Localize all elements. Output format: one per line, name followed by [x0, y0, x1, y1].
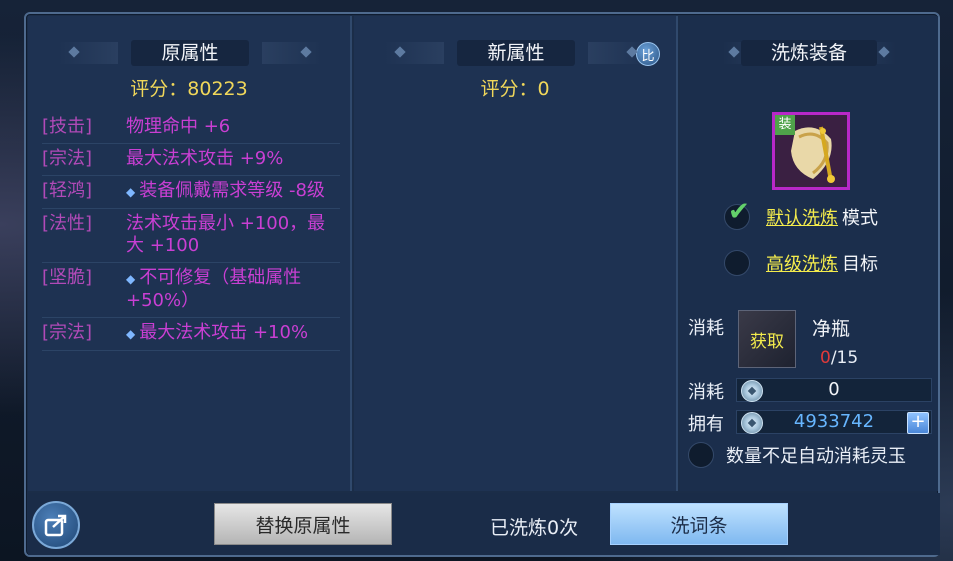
attribute-value: 最大法术攻击 +9% [126, 148, 284, 169]
attribute-tag: [轻鸿] [42, 180, 93, 201]
equipment-slot[interactable]: 装 [772, 112, 850, 190]
new-attributes-title: 新属性 [384, 40, 648, 66]
compare-button[interactable]: 比 [636, 42, 660, 66]
diamond-bullet-icon: ◆ [126, 185, 136, 199]
material-name: 净瓶 [812, 318, 851, 340]
attribute-row: [宗法] 最大法术攻击 +9% [42, 144, 340, 176]
advanced-wash-link[interactable]: 高级洗炼 [766, 250, 838, 276]
default-wash-suffix: 模式 [842, 208, 878, 229]
attribute-row: [轻鸿] ◆ 装备佩戴需求等级 -8级 [42, 176, 340, 209]
attribute-tag: [坚脆] [42, 267, 93, 288]
share-icon [44, 514, 67, 537]
wash-affix-button[interactable]: 洗词条 [610, 503, 788, 545]
new-attributes-panel: 新属性 比 评分：0 [354, 16, 678, 491]
original-score: 评分：80223 [130, 78, 248, 100]
attribute-value-text: 装备佩戴需求等级 -8级 [139, 180, 325, 201]
wash-equipment-title: 洗炼装备 [722, 40, 896, 66]
attribute-tag: [法性] [42, 213, 93, 234]
add-currency-button[interactable]: + [907, 412, 929, 434]
attribute-value: 法术攻击最小 +100，最大 +100 [126, 213, 326, 256]
diamond-bullet-icon: ◆ [126, 272, 136, 286]
attribute-row: [法性] 法术攻击最小 +100，最大 +100 [42, 209, 340, 263]
advanced-wash-suffix: 目标 [842, 254, 878, 275]
new-score: 评分：0 [480, 78, 550, 100]
wash-count-text: 已洗炼0次 [490, 517, 579, 539]
auto-consume-radio[interactable] [688, 442, 714, 468]
cost-value: 0 [828, 379, 840, 400]
attribute-value: ◆ 不可修复（基础属性+50%） [126, 267, 340, 312]
attribute-tag: [宗法] [42, 148, 93, 169]
owned-label: 拥有 [688, 414, 724, 435]
attribute-value: ◆ 最大法术攻击 +10% [126, 322, 340, 345]
material-count: 0/15 [820, 348, 858, 368]
default-wash-radio[interactable]: ✔ [724, 199, 750, 230]
checkmark-icon: ✔ [728, 197, 750, 227]
original-attribute-list: [技击] 物理命中 +6 [宗法] 最大法术攻击 +9% [轻鸿] ◆ 装备佩戴需… [42, 112, 340, 351]
cost-label: 消耗 [688, 382, 724, 403]
share-button[interactable] [32, 501, 80, 549]
attribute-row: [宗法] ◆ 最大法术攻击 +10% [42, 318, 340, 351]
wash-title-text: 洗炼装备 [740, 40, 877, 66]
attribute-value-text: 不可修复（基础属性+50%） [126, 267, 302, 311]
auto-consume-label: 数量不足自动消耗灵玉 [726, 446, 906, 467]
original-title-text: 原属性 [131, 40, 249, 66]
material-needed: /15 [830, 348, 859, 368]
attribute-value: ◆ 装备佩戴需求等级 -8级 [126, 180, 340, 203]
material-owned: 0 [820, 348, 831, 368]
advanced-wash-target-option[interactable]: 高级洗炼 目标 [724, 250, 878, 276]
attribute-value-text: 最大法术攻击 +10% [139, 322, 309, 343]
attribute-value: 物理命中 +6 [126, 116, 231, 137]
attribute-tag: [宗法] [42, 322, 93, 343]
material-item-slot[interactable]: 获取 [738, 310, 796, 368]
obtain-label: 获取 [750, 331, 784, 352]
replace-attributes-button[interactable]: 替换原属性 [214, 503, 392, 545]
wash-equipment-window: 原属性 评分：80223 [技击] 物理命中 +6 [宗法] 最大法术攻击 +9… [24, 12, 940, 557]
silver-coin-icon [741, 380, 763, 402]
new-title-text: 新属性 [457, 40, 575, 66]
cost-bar: 0 [736, 378, 932, 402]
owned-value: 4933742 [793, 411, 875, 432]
bottom-action-bar: 替换原属性 已洗炼0次 洗词条 [28, 493, 940, 555]
cost-label: 消耗 [688, 318, 724, 339]
auto-consume-option[interactable]: 数量不足自动消耗灵玉 [688, 442, 906, 468]
advanced-wash-radio[interactable] [724, 250, 750, 276]
attribute-row: [技击] 物理命中 +6 [42, 112, 340, 144]
original-attributes-title: 原属性 [58, 40, 322, 66]
default-wash-link[interactable]: 默认洗炼 [766, 204, 838, 230]
wash-equipment-panel: 洗炼装备 装 ✔ 默认洗炼 模式 高级洗炼 目标 消耗 获取 净瓶 0/15 消… [680, 16, 938, 491]
silver-coin-icon [741, 412, 763, 434]
equip-tag: 装 [775, 115, 795, 135]
attribute-tag: [技击] [42, 116, 93, 137]
diamond-bullet-icon: ◆ [126, 327, 136, 341]
attribute-row: [坚脆] ◆ 不可修复（基础属性+50%） [42, 263, 340, 318]
default-wash-mode-option[interactable]: ✔ 默认洗炼 模式 [724, 199, 878, 230]
original-attributes-panel: 原属性 评分：80223 [技击] 物理命中 +6 [宗法] 最大法术攻击 +9… [28, 16, 352, 491]
owned-bar: 4933742 + [736, 410, 932, 434]
